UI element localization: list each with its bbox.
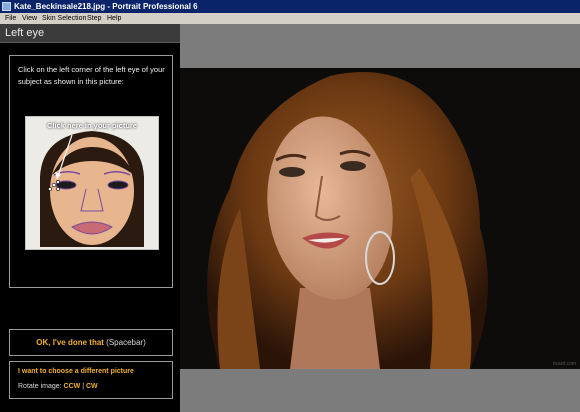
rotate-label: Rotate image: [18, 383, 62, 390]
choose-picture-link[interactable]: I want to choose a different picture [18, 368, 134, 375]
portrait-photo-drawing [180, 68, 580, 369]
picture-options-box: I want to choose a different picture Rot… [9, 361, 173, 399]
menu-skin-selection[interactable]: Skin Selection [42, 13, 86, 24]
rotate-separator: | [82, 383, 85, 390]
instruction-text: Click on the left corner of the left eye… [18, 65, 165, 86]
step-panel: Left eye Click on the left corner of the… [0, 24, 180, 412]
done-button-hint: (Spacebar) [106, 338, 146, 347]
step-title: Left eye [5, 27, 45, 39]
menu-view[interactable]: View [22, 13, 37, 24]
title-bar: Kate_Beckinsale218.jpg - Portrait Profes… [0, 0, 580, 13]
rotate-ccw-link[interactable]: CCW [64, 383, 81, 390]
instruction-box: Click on the left corner of the left eye… [9, 55, 173, 288]
window-title: Kate_Beckinsale218.jpg - Portrait Profes… [14, 2, 198, 11]
menu-help[interactable]: Help [107, 13, 121, 24]
reference-caption: Click here in your picture [46, 121, 138, 130]
photo-watermark: rizard.com [552, 361, 576, 367]
done-button[interactable]: OK, I've done that (Spacebar) [10, 330, 172, 355]
menu-bar: File View Skin Selection Step Help [0, 13, 580, 24]
rotate-cw-link[interactable]: CW [86, 383, 98, 390]
app-icon[interactable] [2, 2, 11, 11]
menu-file[interactable]: File [5, 13, 16, 24]
menu-step[interactable]: Step [87, 13, 101, 24]
done-button-label: OK, I've done that [36, 338, 104, 347]
done-box: OK, I've done that (Spacebar) [9, 329, 173, 356]
rotate-row: Rotate image: CCW | CW [18, 383, 98, 390]
reference-face-drawing [26, 117, 158, 249]
portrait-photo[interactable]: rizard.com [180, 68, 580, 369]
reference-face-image: Click here in your picture [25, 116, 159, 250]
panel-header: Left eye [0, 24, 180, 43]
image-viewer: rizard.com [180, 24, 580, 412]
